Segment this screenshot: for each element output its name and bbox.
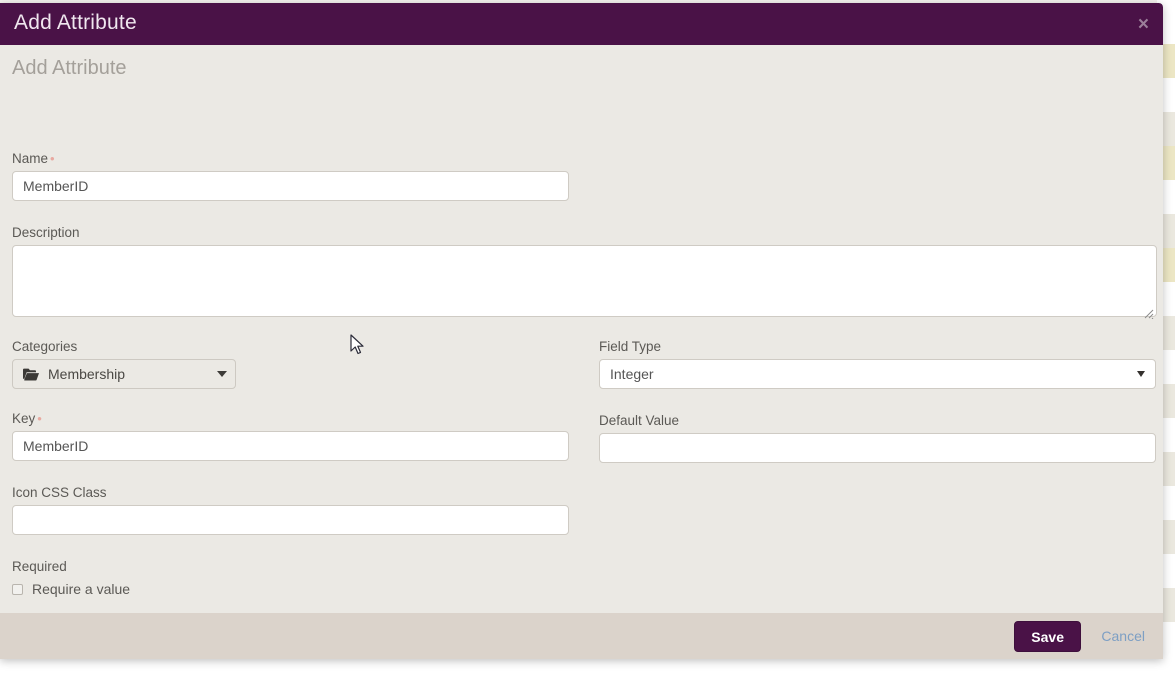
- key-field-group: Key•: [12, 411, 569, 461]
- page-title: Add Attribute: [12, 57, 127, 80]
- modal-header: Add Attribute ×: [0, 3, 1163, 45]
- icon-css-class-label: Icon CSS Class: [12, 485, 569, 500]
- modal-body: Add Attribute Name• Description: [0, 45, 1163, 613]
- key-input[interactable]: [12, 431, 569, 461]
- field-type-value: Integer: [610, 366, 1137, 382]
- require-a-value-label[interactable]: Require a value: [32, 581, 130, 597]
- icon-css-class-group: Icon CSS Class: [12, 485, 569, 535]
- name-label: Name•: [12, 151, 569, 166]
- required-marker-icon: •: [50, 151, 55, 166]
- required-label: Required: [12, 559, 130, 574]
- required-marker-icon: •: [37, 411, 42, 426]
- description-textarea[interactable]: [12, 245, 1157, 317]
- categories-value: Membership: [48, 366, 211, 382]
- field-type-label: Field Type: [599, 339, 1156, 354]
- categories-picker[interactable]: Membership: [12, 359, 236, 389]
- categories-label: Categories: [12, 339, 236, 354]
- field-type-group: Field Type Integer: [599, 339, 1156, 389]
- default-value-label: Default Value: [599, 413, 1156, 428]
- folder-open-icon: [23, 368, 39, 381]
- require-a-value-checkbox[interactable]: [12, 584, 23, 595]
- require-a-value-row[interactable]: Require a value: [12, 581, 130, 597]
- name-label-text: Name: [12, 151, 48, 166]
- chevron-down-icon[interactable]: [217, 371, 227, 377]
- field-type-select[interactable]: Integer: [599, 359, 1156, 389]
- description-label: Description: [12, 225, 1157, 240]
- add-attribute-modal: Add Attribute × Add Attribute Name• Desc…: [0, 3, 1163, 659]
- modal-footer: Save Cancel: [0, 613, 1163, 659]
- description-field-group: Description: [12, 225, 1157, 322]
- name-input[interactable]: [12, 171, 569, 201]
- cancel-button[interactable]: Cancel: [1101, 628, 1145, 644]
- modal-title: Add Attribute: [14, 11, 137, 35]
- default-value-group: Default Value: [599, 413, 1156, 463]
- select-arrow-icon[interactable]: [1137, 371, 1145, 377]
- close-icon[interactable]: ×: [1138, 15, 1149, 34]
- default-value-input[interactable]: [599, 433, 1156, 463]
- key-label-text: Key: [12, 411, 35, 426]
- key-label: Key•: [12, 411, 569, 426]
- icon-css-class-input[interactable]: [12, 505, 569, 535]
- required-group: Required Require a value: [12, 559, 130, 597]
- name-field-group: Name•: [12, 151, 569, 201]
- save-button[interactable]: Save: [1014, 621, 1081, 652]
- categories-field-group: Categories Membership: [12, 339, 236, 389]
